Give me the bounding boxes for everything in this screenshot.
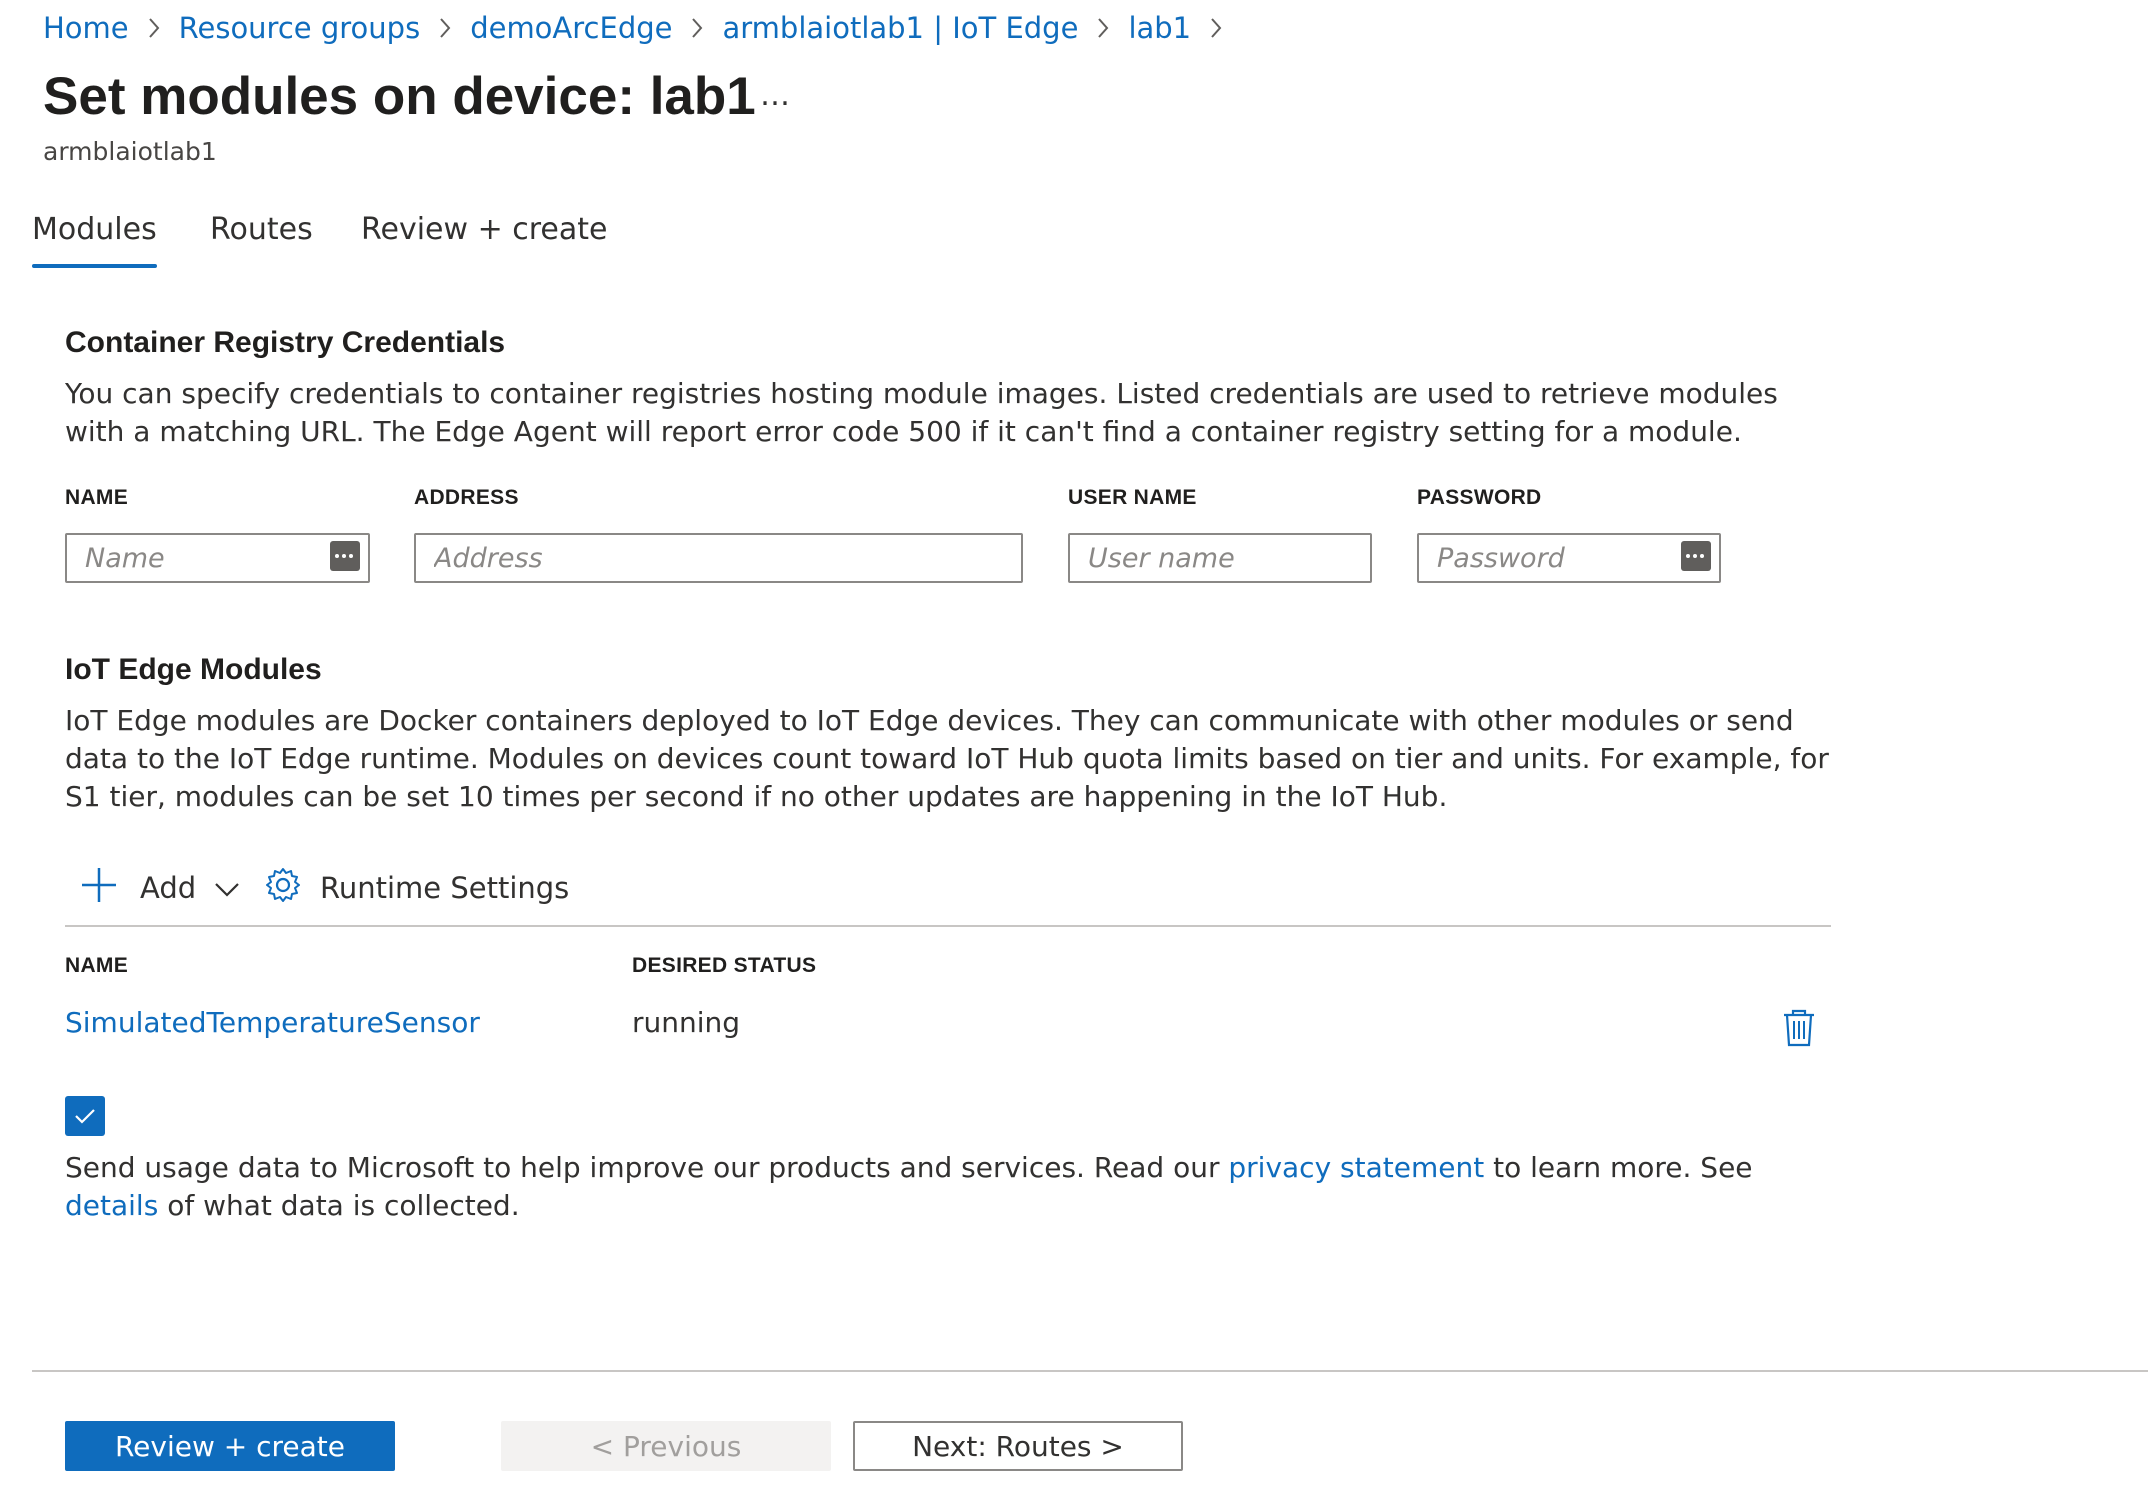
chevron-right-icon [1209, 16, 1223, 40]
tab-routes[interactable]: Routes [210, 212, 313, 247]
password-manager-icon[interactable] [330, 541, 360, 571]
footer-divider [32, 1370, 2148, 1372]
registry-col-name: NAME [65, 486, 129, 509]
consent-text-middle: to learn more. See [1484, 1151, 1753, 1184]
usage-data-statement: Send usage data to Microsoft to help imp… [65, 1149, 1845, 1225]
tab-review-create[interactable]: Review + create [361, 212, 607, 247]
breadcrumb-iot-hub[interactable]: armblaiotlab1 | IoT Edge [722, 11, 1078, 45]
checkmark-icon [75, 1109, 95, 1124]
chevron-right-icon [690, 16, 704, 40]
previous-button[interactable]: < Previous [501, 1421, 831, 1471]
breadcrumb-resource-group[interactable]: demoArcEdge [470, 11, 672, 45]
registry-col-password: PASSWORD [1417, 486, 1542, 509]
registry-password-field[interactable] [1417, 533, 1721, 583]
runtime-settings-label: Runtime Settings [320, 871, 570, 905]
page-subtitle: armblaiotlab1 [43, 137, 217, 166]
gear-icon [264, 866, 302, 911]
registry-address-input[interactable] [434, 542, 1003, 574]
privacy-statement-link[interactable]: privacy statement [1228, 1151, 1484, 1184]
runtime-settings-button[interactable]: Runtime Settings [264, 866, 569, 910]
page-title: Set modules on device: lab1 [43, 67, 756, 126]
more-options-button[interactable]: … [760, 78, 792, 113]
breadcrumb-device[interactable]: lab1 [1128, 11, 1191, 45]
registry-name-field[interactable] [65, 533, 370, 583]
registry-address-field[interactable] [414, 533, 1023, 583]
registry-username-input[interactable] [1088, 542, 1352, 574]
chevron-down-icon [214, 871, 240, 905]
password-manager-icon[interactable] [1681, 541, 1711, 571]
breadcrumb-home[interactable]: Home [43, 11, 129, 45]
add-label: Add [140, 871, 197, 905]
chevron-right-icon [147, 16, 161, 40]
delete-icon[interactable] [1782, 1008, 1816, 1052]
breadcrumb: Home Resource groups demoArcEdge armblai… [43, 8, 1241, 48]
registry-username-field[interactable] [1068, 533, 1372, 583]
add-module-button[interactable]: Add [80, 866, 240, 910]
registry-password-input[interactable] [1437, 542, 1701, 574]
review-create-button[interactable]: Review + create [65, 1421, 395, 1471]
chevron-right-icon [1096, 16, 1110, 40]
tab-modules[interactable]: Modules [32, 212, 157, 247]
registry-name-input[interactable] [85, 542, 350, 574]
modules-col-desired-status: DESIRED STATUS [632, 954, 817, 977]
breadcrumb-resource-groups[interactable]: Resource groups [179, 11, 421, 45]
modules-description: IoT Edge modules are Docker containers d… [65, 704, 1829, 813]
module-name-link[interactable]: SimulatedTemperatureSensor [65, 1006, 480, 1039]
active-tab-indicator [32, 264, 157, 268]
plus-icon [80, 866, 118, 911]
usage-data-checkbox[interactable] [65, 1096, 105, 1136]
registry-heading: Container Registry Credentials [65, 326, 506, 359]
next-routes-button[interactable]: Next: Routes > [853, 1421, 1183, 1471]
registry-col-username: USER NAME [1068, 486, 1197, 509]
details-link[interactable]: details [65, 1189, 158, 1222]
consent-text-after: of what data is collected. [158, 1189, 520, 1222]
module-status: running [632, 1006, 741, 1039]
registry-col-address: ADDRESS [414, 486, 519, 509]
modules-heading: IoT Edge Modules [65, 653, 322, 686]
toolbar-divider [65, 925, 1831, 927]
chevron-right-icon [438, 16, 452, 40]
registry-description: You can specify credentials to container… [65, 377, 1778, 448]
consent-text-before: Send usage data to Microsoft to help imp… [65, 1151, 1229, 1184]
modules-col-name: NAME [65, 954, 129, 977]
